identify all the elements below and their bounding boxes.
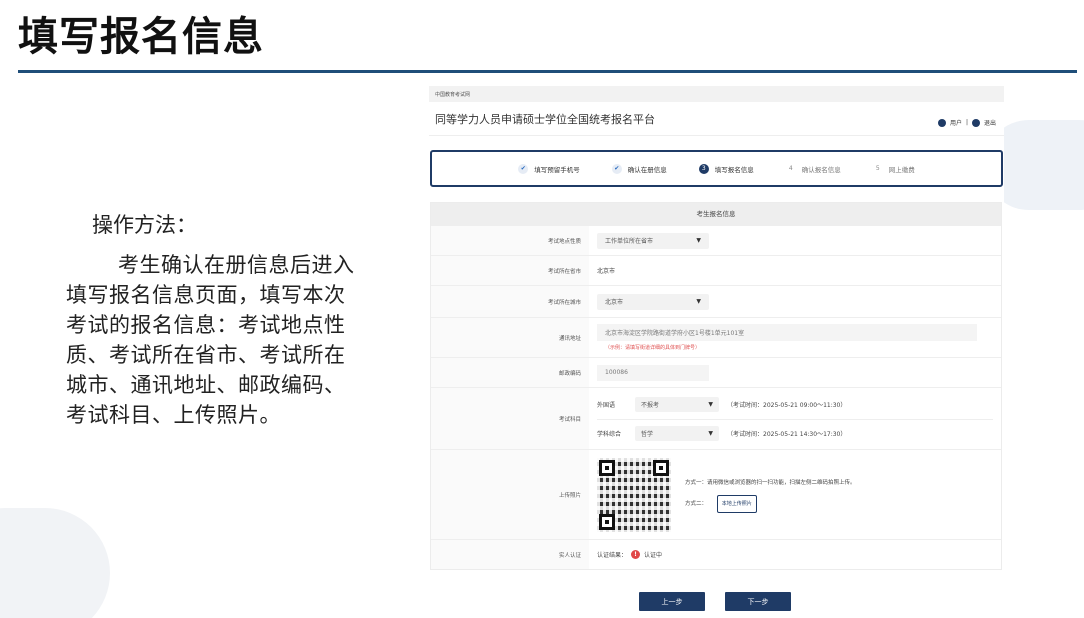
registration-form: 考生报名信息 考试地点性质 工作单位所在省市 ▼ 考试所在省市 北京市 考试所在…	[430, 202, 1002, 570]
check-icon: ✔	[518, 163, 529, 174]
address-hint: （示例：请填写街道详细的具体到门牌号）	[605, 345, 701, 351]
alert-icon: !	[631, 550, 641, 559]
select-value: 北京市	[605, 299, 624, 306]
caret-down-icon: ▼	[708, 401, 713, 408]
title-divider	[18, 70, 1077, 73]
province-value: 北京市	[597, 268, 616, 275]
slide: 填写报名信息 操作方法： 考生确认在册信息后进入填写报名信息页面，填写本次考试的…	[0, 0, 1084, 618]
form-header: 考生报名信息	[431, 203, 1001, 225]
upload-method-1: 方式一：请用微信或浏览器的扫一扫功能，扫描左侧二维码拍照上传。	[685, 479, 856, 486]
step-number: 4	[785, 163, 796, 174]
field-label: 考试所在城市	[431, 286, 589, 317]
instructions-body: 考生确认在册信息后进入填写报名信息页面，填写本次考试的报名信息：考试地点性质、考…	[66, 253, 355, 427]
caret-down-icon: ▼	[708, 429, 713, 437]
user-link[interactable]: 用户	[950, 118, 962, 127]
subject-comprehensive-select[interactable]: 哲学 ▼	[635, 425, 719, 441]
step-4: 4 确认报名信息	[785, 163, 841, 174]
step-label: 网上缴费	[888, 165, 915, 174]
upload-method-2-label: 方式二：	[685, 500, 708, 507]
step-number: 5	[872, 163, 883, 174]
registration-screenshot: 中国教育考试网 同等学力人员申请硕士学位全国统考报名平台 用户 | 退出 ✔ 填…	[429, 86, 1004, 611]
subject-line: 学科综合 哲学 ▼ （考试时间：2025-05-21 14:30～17:30）	[597, 418, 993, 447]
select-value: 哲学	[641, 430, 654, 438]
prev-button[interactable]: 上一步	[639, 592, 705, 611]
field-label: 实人认证	[431, 540, 589, 569]
postal-code-input[interactable]: 100086	[597, 364, 709, 381]
field-label: 通讯地址	[431, 318, 589, 357]
check-icon: ✔	[611, 163, 622, 174]
subject-name: 学科综合	[597, 430, 622, 438]
decorative-shape	[0, 508, 110, 618]
local-upload-button[interactable]: 本地上传照片	[716, 494, 757, 513]
step-label: 填写预留手机号	[534, 165, 580, 174]
auth-result-label: 认证结果：	[597, 552, 628, 559]
exam-time: （考试时间：2025-05-21 09:00～11:30）	[727, 402, 847, 409]
next-button[interactable]: 下一步	[725, 592, 791, 611]
subject-line: 外国语 不报考 ▼ （考试时间：2025-05-21 09:00～11:30）	[597, 391, 993, 419]
form-row-identity: 实人认证 认证结果： ! 认证中	[431, 539, 1001, 569]
foreign-language-select[interactable]: 不报考 ▼	[635, 397, 719, 412]
user-area: 用户 | 退出	[937, 118, 996, 127]
step-number: 3	[698, 163, 709, 174]
site-topbar: 中国教育考试网	[429, 86, 1004, 102]
caret-down-icon: ▼	[696, 298, 701, 305]
slide-title: 填写报名信息	[18, 14, 264, 60]
step-5: 5 网上缴费	[872, 163, 915, 174]
form-row-province: 考试所在省市 北京市	[431, 255, 1001, 285]
instructions-heading: 操作方法：	[92, 213, 197, 237]
field-label: 考试所在省市	[431, 256, 589, 285]
logout-link[interactable]: 退出	[984, 118, 996, 127]
form-row-address: 通讯地址 北京市海淀区学院路街道学府小区1号楼1单元101室 （示例：请填写街道…	[431, 317, 1001, 357]
user-icon	[937, 118, 946, 127]
field-label: 考试科目	[431, 388, 589, 449]
form-row-city: 考试所在城市 北京市 ▼	[431, 285, 1001, 317]
step-label: 填写报名信息	[714, 165, 754, 174]
field-label: 考试地点性质	[431, 226, 589, 255]
qr-code-icon[interactable]	[597, 457, 671, 532]
logout-icon[interactable]	[971, 118, 980, 127]
site-type-select[interactable]: 工作单位所在省市 ▼	[597, 232, 709, 249]
separator: |	[965, 119, 968, 126]
subject-name: 外国语	[597, 402, 616, 409]
auth-status: 认证中	[644, 552, 663, 559]
field-label: 邮政编码	[431, 358, 589, 387]
platform-header: 同等学力人员申请硕士学位全国统考报名平台 用户 | 退出	[429, 102, 1004, 136]
form-row-site-type: 考试地点性质 工作单位所在省市 ▼	[431, 225, 1001, 255]
exam-time: （考试时间：2025-05-21 14:30～17:30）	[727, 430, 847, 438]
caret-down-icon: ▼	[696, 237, 701, 244]
step-label: 确认在册信息	[627, 165, 667, 174]
form-row-postal: 邮政编码 100086	[431, 357, 1001, 387]
step-label: 确认报名信息	[801, 165, 841, 174]
form-row-subjects: 考试科目 外国语 不报考 ▼ （考试时间：2025-05-21 09:00～11…	[431, 387, 1001, 449]
step-1: ✔ 填写预留手机号	[518, 163, 580, 174]
platform-title: 同等学力人员申请硕士学位全国统考报名平台	[435, 113, 655, 126]
address-input[interactable]: 北京市海淀区学院路街道学府小区1号楼1单元101室	[597, 324, 977, 341]
city-select[interactable]: 北京市 ▼	[597, 293, 709, 310]
step-3: 3 填写报名信息	[698, 163, 754, 174]
form-navigation: 上一步 下一步	[639, 592, 791, 611]
progress-steps: ✔ 填写预留手机号 ✔ 确认在册信息 3 填写报名信息 4 确认报名信息 5 网…	[430, 150, 1003, 187]
form-row-photo: 上传照片 方式一：请用微信或浏览器的扫一扫功能，扫描左侧二维码拍照上传。 方式二…	[431, 449, 1001, 539]
select-value: 不报考	[641, 402, 660, 409]
instructions: 操作方法： 考生确认在册信息后进入填写报名信息页面，填写本次考试的报名信息：考试…	[66, 210, 356, 430]
step-2: ✔ 确认在册信息	[611, 163, 667, 174]
field-label: 上传照片	[431, 450, 589, 539]
select-value: 工作单位所在省市	[605, 238, 654, 245]
